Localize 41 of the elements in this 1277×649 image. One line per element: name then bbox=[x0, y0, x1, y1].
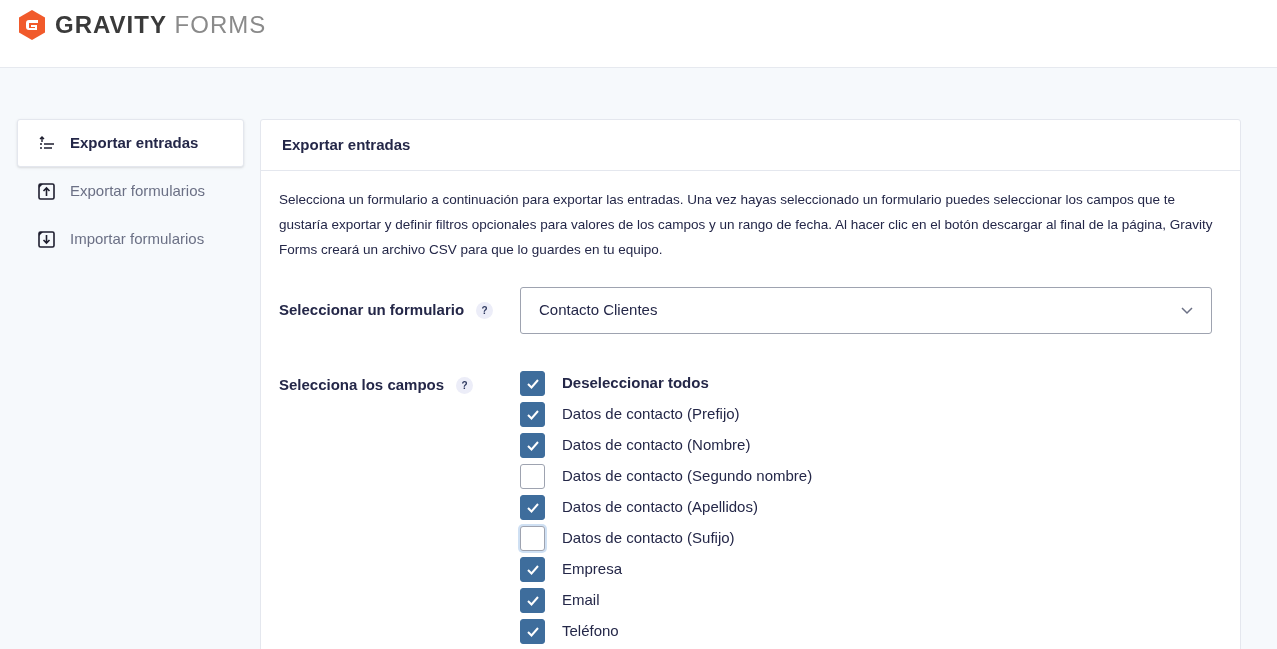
help-badge[interactable]: ? bbox=[456, 376, 474, 394]
checkbox-label: Datos de contacto (Sufijo) bbox=[562, 528, 735, 549]
chevron-down-icon bbox=[1181, 306, 1193, 315]
checkbox[interactable] bbox=[520, 433, 545, 458]
checkbox-label: Datos de contacto (Nombre) bbox=[562, 435, 751, 456]
field-label: Selecciona los campos bbox=[279, 375, 445, 395]
logo-icon bbox=[17, 9, 47, 41]
checkbox-label: Datos de contacto (Segundo nombre) bbox=[562, 466, 813, 487]
checkbox-label: Email bbox=[562, 590, 600, 611]
checkbox[interactable] bbox=[520, 464, 545, 489]
sidebar-item[interactable]: Importar formularios bbox=[17, 215, 244, 263]
panel-title: Exportar entradas bbox=[282, 134, 411, 155]
checkmark-icon bbox=[526, 378, 539, 389]
upload-box-icon bbox=[38, 182, 55, 200]
checkbox[interactable] bbox=[520, 619, 545, 644]
checkbox-label: Datos de contacto (Prefijo) bbox=[562, 404, 740, 425]
help-badge[interactable]: ? bbox=[476, 302, 494, 319]
export-list-icon bbox=[39, 136, 55, 150]
checkbox[interactable] bbox=[520, 557, 545, 582]
checkmark-icon bbox=[526, 502, 539, 513]
sidebar-item[interactable]: Exportar formularios bbox=[17, 167, 244, 215]
field-label: Seleccionar un formulario bbox=[279, 300, 465, 321]
checkbox[interactable] bbox=[520, 495, 545, 520]
checkbox-label: Deseleccionar todos bbox=[562, 373, 709, 394]
download-box-icon bbox=[38, 230, 55, 248]
checkbox-label: Datos de contacto (Apellidos) bbox=[562, 497, 758, 518]
checkbox-label: Empresa bbox=[562, 559, 623, 580]
sidebar-item[interactable]: Exportar entradas bbox=[17, 119, 244, 167]
checkbox[interactable] bbox=[520, 526, 545, 551]
form-select[interactable]: Contacto Clientes bbox=[520, 287, 1212, 334]
checkmark-icon bbox=[526, 626, 539, 637]
checkbox-label: Teléfono bbox=[562, 621, 619, 642]
description-text: Selecciona un formulario a continuación para exportar las entradas. Una vez hayas seleccionado un formulario puedes seleccionar los campos que te gustaría exportar y definir filtros opcionales para valores de los campos y un rango de fecha. Al hacer clic en el botón descargar al final de la página, Gravity Forms creará un archivo CSV para que lo guardes en tu equipo. bbox=[279, 191, 1214, 259]
checkmark-icon bbox=[526, 564, 539, 575]
checkmark-icon bbox=[526, 409, 539, 420]
checkbox[interactable] bbox=[520, 371, 545, 396]
checkbox[interactable] bbox=[520, 588, 545, 613]
checkmark-icon bbox=[526, 440, 539, 451]
logo-text: GRAVITY FORMS bbox=[55, 13, 267, 37]
checkbox[interactable] bbox=[520, 402, 545, 427]
checkmark-icon bbox=[526, 595, 539, 606]
